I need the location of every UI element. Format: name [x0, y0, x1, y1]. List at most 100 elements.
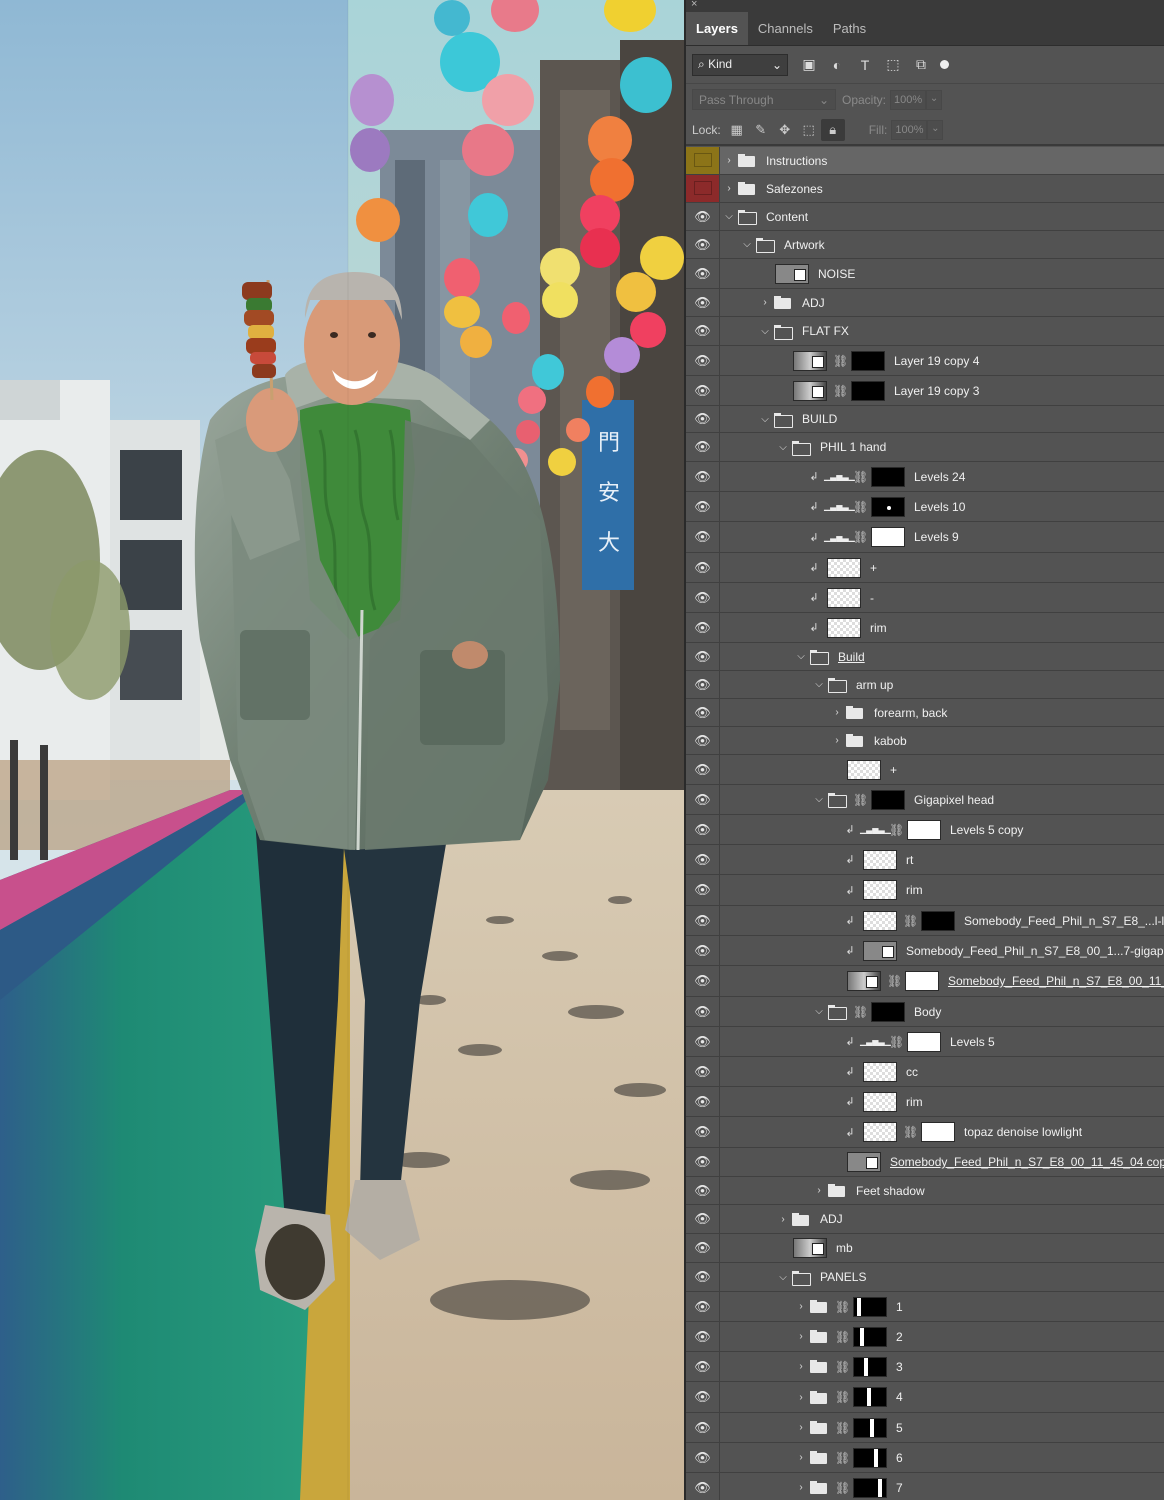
layer-row[interactable]: 👁︎ › ⛓ 2	[686, 1322, 1164, 1352]
layer-row[interactable]: 👁︎ ⌵ PHIL 1 hand	[686, 433, 1164, 462]
visibility-eye-icon[interactable]: 👁︎	[686, 643, 720, 670]
layer-row[interactable]: 👁︎ › ⛓ 7	[686, 1473, 1164, 1500]
visibility-eye-icon[interactable]: 👁︎	[686, 346, 720, 375]
opacity-dropdown[interactable]: ⌄	[926, 89, 943, 110]
visibility-color-swatch[interactable]	[686, 175, 720, 202]
layer-row[interactable]: 👁︎ ↲ rim	[686, 1087, 1164, 1117]
chevron-down-icon[interactable]: ⌵	[776, 1272, 790, 1283]
layer-row[interactable]: 👁︎ › kabob	[686, 727, 1164, 755]
layer-row[interactable]: 👁︎ › ADJ	[686, 1205, 1164, 1234]
layer-row[interactable]: 👁︎ › ⛓ 4	[686, 1382, 1164, 1413]
chevron-right-icon[interactable]: ›	[830, 735, 844, 746]
visibility-eye-icon[interactable]: 👁︎	[686, 875, 720, 905]
visibility-eye-icon[interactable]: 👁︎	[686, 376, 720, 405]
layer-row[interactable]: 👁︎ ⌵ Artwork	[686, 231, 1164, 259]
fill-dropdown[interactable]: ⌄	[927, 119, 944, 140]
visibility-eye-icon[interactable]: 👁︎	[686, 966, 720, 996]
chevron-right-icon[interactable]: ›	[758, 297, 772, 308]
chevron-right-icon[interactable]: ›	[794, 1452, 808, 1463]
layer-row[interactable]: 👁︎ › Feet shadow	[686, 1177, 1164, 1205]
layer-row[interactable]: › Safezones	[686, 175, 1164, 203]
chain-link-icon[interactable]: ⛓	[853, 530, 868, 544]
adjustment-filter-icon[interactable]: ◐	[824, 57, 850, 73]
chevron-right-icon[interactable]: ›	[830, 707, 844, 718]
chevron-right-icon[interactable]: ›	[722, 183, 736, 194]
layer-row[interactable]: 👁︎ ⌵ ⛓ Gigapixel head	[686, 785, 1164, 815]
chain-link-icon[interactable]: ⛓	[853, 1005, 868, 1019]
layer-row[interactable]: 👁︎ › forearm, back	[686, 699, 1164, 727]
visibility-eye-icon[interactable]: 👁︎	[686, 997, 720, 1026]
layer-row[interactable]: 👁︎ ↲ ⛓ topaz denoise lowlight	[686, 1117, 1164, 1148]
chain-link-icon[interactable]: ⛓	[835, 1330, 850, 1344]
layer-row[interactable]: 👁︎ › ADJ	[686, 289, 1164, 317]
visibility-eye-icon[interactable]: 👁︎	[686, 522, 720, 552]
chain-link-icon[interactable]: ⛓	[853, 793, 868, 807]
visibility-eye-icon[interactable]: 👁︎	[686, 1322, 720, 1351]
visibility-eye-icon[interactable]: 👁︎	[686, 1148, 720, 1176]
chain-link-icon[interactable]: ⛓	[835, 1300, 850, 1314]
chevron-right-icon[interactable]: ›	[794, 1422, 808, 1433]
visibility-eye-icon[interactable]: 👁︎	[686, 1205, 720, 1233]
visibility-eye-icon[interactable]: 👁︎	[686, 492, 720, 521]
layer-row[interactable]: 👁︎ › ⛓ 1	[686, 1292, 1164, 1322]
layer-row[interactable]: 👁︎ ⌵ Content	[686, 203, 1164, 231]
chain-link-icon[interactable]: ⛓	[903, 914, 918, 928]
visibility-eye-icon[interactable]: 👁︎	[686, 1087, 720, 1116]
kind-filter-select[interactable]: ⌕ Kind ⌄	[692, 53, 788, 76]
layer-row[interactable]: 👁︎ ↲ -	[686, 583, 1164, 613]
chevron-down-icon[interactable]: ⌵	[758, 326, 772, 337]
layer-row[interactable]: › Instructions	[686, 147, 1164, 175]
layer-row[interactable]: 👁︎ ⌵ arm up	[686, 671, 1164, 699]
blend-mode-select[interactable]: Pass Through ⌄	[692, 89, 836, 110]
smart-object-filter-icon[interactable]: ⧉	[908, 56, 934, 73]
layer-row[interactable]: 👁︎ ⌵ FLAT FX	[686, 317, 1164, 346]
layer-row[interactable]: 👁︎ ↲ ▁▃▅▃▁ ⛓ Levels 9	[686, 522, 1164, 553]
layer-row[interactable]: 👁︎ ⌵ PANELS	[686, 1263, 1164, 1292]
chain-link-icon[interactable]: ⛓	[835, 1360, 850, 1374]
chevron-right-icon[interactable]: ›	[776, 1214, 790, 1225]
layer-row[interactable]: 👁︎ mb	[686, 1234, 1164, 1263]
visibility-eye-icon[interactable]: 👁︎	[686, 1292, 720, 1321]
chevron-down-icon[interactable]: ⌵	[812, 794, 826, 805]
visibility-eye-icon[interactable]: 👁︎	[686, 203, 720, 230]
chain-link-icon[interactable]: ⛓	[833, 354, 848, 368]
layer-row[interactable]: 👁︎ ⛓ Layer 19 copy 3	[686, 376, 1164, 406]
visibility-eye-icon[interactable]: 👁︎	[686, 1027, 720, 1056]
chevron-down-icon[interactable]: ⌵	[758, 414, 772, 425]
layer-row[interactable]: 👁︎ ⌵ ⛓ Body	[686, 997, 1164, 1027]
visibility-eye-icon[interactable]: 👁︎	[686, 1382, 720, 1412]
layer-row[interactable]: 👁︎ › ⛓ 3	[686, 1352, 1164, 1382]
chain-link-icon[interactable]: ⛓	[835, 1481, 850, 1495]
chain-link-icon[interactable]: ⛓	[835, 1421, 850, 1435]
layer-row[interactable]: 👁︎ ↲ rt	[686, 845, 1164, 875]
visibility-eye-icon[interactable]: 👁︎	[686, 259, 720, 288]
chain-link-icon[interactable]: ⛓	[833, 384, 848, 398]
visibility-eye-icon[interactable]: 👁︎	[686, 785, 720, 814]
lock-artboard-icon[interactable]: ⬚	[797, 122, 821, 138]
layer-row[interactable]: 👁︎ ↲ ▁▃▅▃▁ ⛓ Levels 5	[686, 1027, 1164, 1057]
lock-all-icon[interactable]: 🔒︎	[820, 118, 845, 141]
visibility-color-swatch[interactable]	[686, 147, 720, 174]
chevron-down-icon[interactable]: ⌵	[794, 651, 808, 662]
lock-position-icon[interactable]: ✥	[773, 122, 797, 138]
lock-paint-icon[interactable]: ✎	[749, 122, 773, 138]
visibility-eye-icon[interactable]: 👁︎	[686, 1443, 720, 1472]
layer-row[interactable]: 👁︎ ↲ Somebody_Feed_Phil_n_S7_E8_00_1...7-g…	[686, 936, 1164, 966]
visibility-eye-icon[interactable]: 👁︎	[686, 727, 720, 754]
visibility-eye-icon[interactable]: 👁︎	[686, 406, 720, 432]
visibility-eye-icon[interactable]: 👁︎	[686, 1413, 720, 1442]
chain-link-icon[interactable]: ⛓	[903, 1125, 918, 1139]
visibility-eye-icon[interactable]: 👁︎	[686, 289, 720, 316]
visibility-eye-icon[interactable]: 👁︎	[686, 815, 720, 844]
chevron-right-icon[interactable]: ›	[794, 1301, 808, 1312]
shape-filter-icon[interactable]: ⬚	[880, 56, 906, 73]
chain-link-icon[interactable]: ⛓	[853, 470, 868, 484]
chevron-right-icon[interactable]: ›	[794, 1482, 808, 1493]
visibility-eye-icon[interactable]: 👁︎	[686, 755, 720, 784]
layer-row[interactable]: 👁︎ ↲ +	[686, 553, 1164, 583]
layer-row[interactable]: 👁︎ ⌵ Build	[686, 643, 1164, 671]
layer-row[interactable]: 👁︎ NOISE	[686, 259, 1164, 289]
chevron-right-icon[interactable]: ›	[812, 1185, 826, 1196]
layer-row[interactable]: 👁︎ ⛓ Layer 19 copy 4	[686, 346, 1164, 376]
visibility-eye-icon[interactable]: 👁︎	[686, 613, 720, 642]
